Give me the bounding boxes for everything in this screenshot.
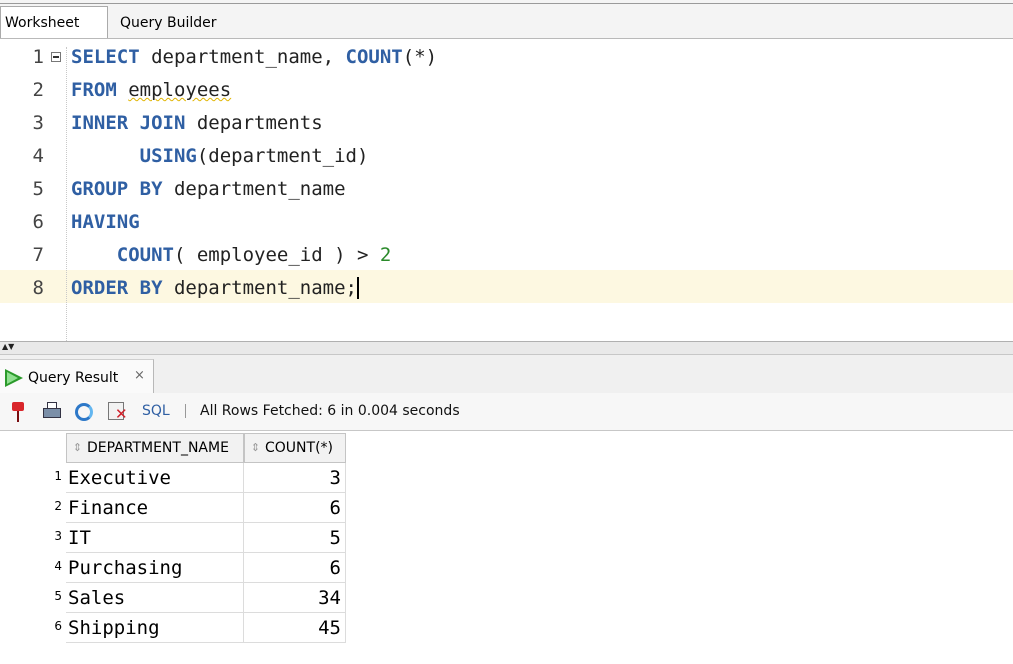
table-row[interactable]: 3 IT 5	[0, 523, 346, 553]
cell-count[interactable]: 3	[244, 463, 346, 493]
code-line[interactable]: 7 COUNT( employee_id ) > 2	[0, 237, 1013, 270]
row-number: 1	[54, 469, 62, 483]
tab-worksheet[interactable]: Worksheet	[0, 6, 108, 38]
table-row[interactable]: 6 Shipping 45	[0, 613, 346, 643]
code-line[interactable]: 5 GROUP BY department_name	[0, 171, 1013, 204]
line-number: 5	[32, 178, 44, 200]
tab-query-result[interactable]: Query Result ×	[0, 359, 154, 393]
text-caret	[356, 277, 359, 299]
sort-icon[interactable]: ⇕	[71, 442, 84, 453]
sql-identifier	[117, 79, 128, 101]
cell-department-name[interactable]: Shipping	[66, 613, 244, 643]
sql-keyword: FROM	[71, 79, 117, 101]
refresh-icon[interactable]	[74, 402, 94, 422]
line-number: 2	[32, 79, 44, 101]
cell-department-name[interactable]: Sales	[66, 583, 244, 613]
sql-identifier: employees	[128, 79, 232, 101]
sql-identifier	[71, 145, 140, 167]
row-number: 4	[54, 559, 62, 573]
sql-number: 2	[379, 244, 392, 266]
print-icon[interactable]	[42, 402, 62, 422]
line-number: 3	[32, 112, 44, 134]
close-icon[interactable]: ×	[134, 368, 145, 383]
row-number: 6	[54, 619, 62, 633]
cell-count[interactable]: 45	[244, 613, 346, 643]
fetch-status: All Rows Fetched: 6 in 0.004 seconds	[200, 403, 460, 419]
run-icon	[5, 369, 23, 387]
sql-identifier: department_name	[162, 178, 346, 200]
code-text[interactable]: USING(department_id)	[71, 145, 369, 167]
sql-keyword: INNER JOIN	[71, 112, 186, 134]
sql-identifier: ( employee_id ) >	[173, 244, 380, 266]
code-line[interactable]: 1 SELECT department_name, COUNT(*)	[0, 39, 1013, 72]
gutter-divider	[66, 47, 67, 347]
splitter-arrows-icon[interactable]: ▲▼	[2, 343, 14, 351]
code-line[interactable]: 3 INNER JOIN departments	[0, 105, 1013, 138]
line-number: 1	[32, 46, 44, 68]
pane-splitter[interactable]: ▲▼	[0, 341, 1013, 355]
sql-identifier: departments	[185, 112, 323, 134]
sql-identifier: (department_id)	[196, 145, 369, 167]
pin-icon[interactable]	[8, 402, 28, 422]
code-text[interactable]: ORDER BY department_name;	[71, 277, 359, 299]
code-text[interactable]: COUNT( employee_id ) > 2	[71, 244, 392, 266]
query-result-label: Query Result	[28, 370, 119, 386]
table-row[interactable]: 2 Finance 6	[0, 493, 346, 523]
column-header-count[interactable]: ⇕ COUNT(*)	[244, 433, 346, 463]
sql-keyword: GROUP BY	[71, 178, 163, 200]
cell-department-name[interactable]: Finance	[66, 493, 244, 523]
code-line[interactable]: 6 HAVING	[0, 204, 1013, 237]
row-number: 5	[54, 589, 62, 603]
result-toolbar: ✕ SQL All Rows Fetched: 6 in 0.004 secon…	[0, 393, 1013, 431]
code-line[interactable]: 4 USING(department_id)	[0, 138, 1013, 171]
cell-department-name[interactable]: IT	[66, 523, 244, 553]
table-row[interactable]: 1 Executive 3	[0, 463, 346, 493]
code-line[interactable]: 2 FROM employees	[0, 72, 1013, 105]
code-text[interactable]: INNER JOIN departments	[71, 112, 323, 134]
line-number: 8	[32, 277, 44, 299]
sql-identifier: department_name;	[162, 277, 357, 299]
code-text[interactable]: FROM employees	[71, 79, 231, 101]
table-row[interactable]: 5 Sales 34	[0, 583, 346, 613]
code-text[interactable]: HAVING	[71, 211, 140, 233]
sql-identifier: (*)	[402, 46, 438, 68]
line-number: 7	[32, 244, 44, 266]
sql-keyword: COUNT	[116, 244, 174, 266]
document-tab-bar: Worksheet Query Builder	[0, 0, 1013, 39]
sql-identifier: department_name,	[139, 46, 346, 68]
sql-editor[interactable]: 1 SELECT department_name, COUNT(*) 2 FROM e…	[0, 39, 1013, 347]
line-number: 4	[32, 145, 44, 167]
fold-icon[interactable]	[51, 52, 61, 62]
sql-keyword: SELECT	[71, 46, 140, 68]
result-tab-bar: Query Result ×	[0, 355, 1013, 394]
code-text[interactable]: SELECT department_name, COUNT(*)	[71, 46, 437, 68]
sql-identifier	[71, 244, 117, 266]
cancel-icon[interactable]: ✕	[108, 402, 128, 422]
sql-keyword: COUNT	[345, 46, 403, 68]
cell-count[interactable]: 6	[244, 493, 346, 523]
code-text[interactable]: GROUP BY department_name	[71, 178, 346, 200]
cell-department-name[interactable]: Purchasing	[66, 553, 244, 583]
column-header-department-name[interactable]: ⇕ DEPARTMENT_NAME	[66, 433, 244, 463]
cell-department-name[interactable]: Executive	[66, 463, 244, 493]
sql-keyword: ORDER BY	[71, 277, 163, 299]
sql-keyword: USING	[139, 145, 197, 167]
sql-link[interactable]: SQL	[142, 403, 170, 419]
sort-icon[interactable]: ⇕	[249, 442, 262, 453]
cell-count[interactable]: 34	[244, 583, 346, 613]
row-number: 2	[54, 499, 62, 513]
table-row[interactable]: 4 Purchasing 6	[0, 553, 346, 583]
tab-bar-top-rule	[0, 3, 1013, 4]
tab-query-builder[interactable]: Query Builder	[120, 15, 217, 31]
cell-count[interactable]: 5	[244, 523, 346, 553]
toolbar-separator	[185, 404, 186, 418]
code-line[interactable]: 8 ORDER BY department_name;	[0, 270, 1013, 303]
cell-count[interactable]: 6	[244, 553, 346, 583]
line-number: 6	[32, 211, 44, 233]
row-number: 3	[54, 529, 62, 543]
sql-keyword: HAVING	[71, 211, 140, 233]
